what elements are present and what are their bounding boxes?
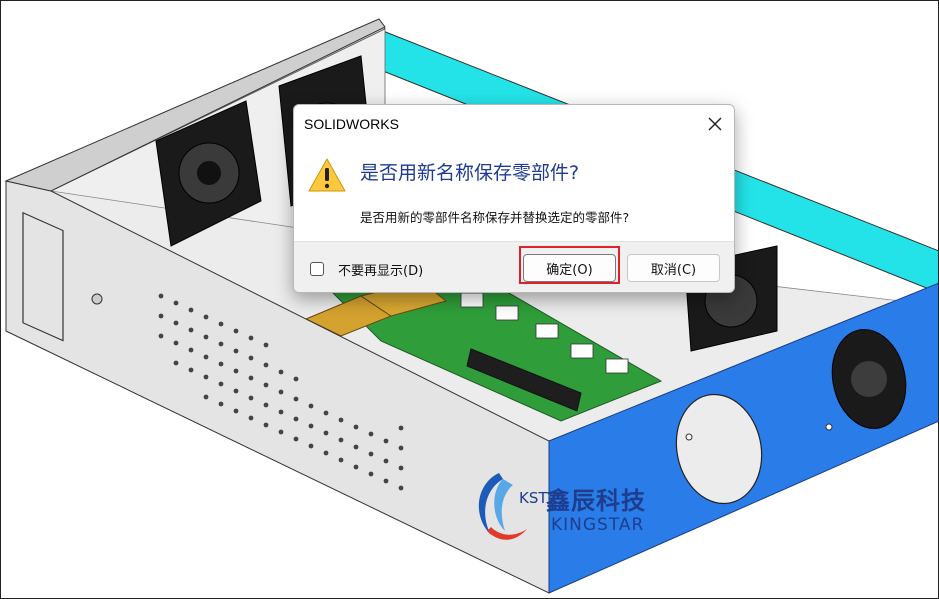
dialog-titlebar[interactable]: SOLIDWORKS: [294, 105, 734, 143]
checkbox-box[interactable]: [310, 262, 324, 276]
close-button[interactable]: [700, 109, 730, 139]
brand-logo-icon: [478, 473, 527, 540]
save-confirm-dialog: SOLIDWORKS 是否用新名称保存零部件? 是否用新的零部件名称保存并替换选…: [293, 104, 735, 293]
dialog-body: 是否用新名称保存零部件? 是否用新的零部件名称保存并替换选定的零部件?: [294, 143, 734, 241]
side-hole: [91, 293, 103, 305]
dialog-footer: 不要再显示(D) 确定(O) 取消(C): [294, 241, 734, 292]
close-icon: [708, 117, 722, 131]
cad-viewport[interactable]: KST 鑫辰科技 KINGSTAR SOLIDWORKS 是否用新名称保存零部件…: [0, 0, 939, 599]
brand-abbr: KST: [519, 489, 548, 507]
checkbox-label: 不要再显示(D): [338, 263, 424, 279]
dialog-main-text: 是否用新名称保存零部件?: [360, 162, 580, 184]
ok-button[interactable]: 确定(O): [523, 254, 616, 282]
cancel-button[interactable]: 取消(C): [627, 254, 720, 282]
brand-watermark: KST 鑫辰科技 KINGSTAR: [469, 469, 669, 549]
warning-icon: [308, 158, 346, 192]
dialog-sub-text: 是否用新的零部件名称保存并替换选定的零部件?: [360, 210, 630, 225]
dialog-title: SOLIDWORKS: [304, 116, 399, 132]
brand-cn: 鑫辰科技: [546, 487, 646, 515]
brand-en: KINGSTAR: [551, 515, 645, 535]
dont-show-again-checkbox[interactable]: 不要再显示(D): [310, 259, 423, 279]
